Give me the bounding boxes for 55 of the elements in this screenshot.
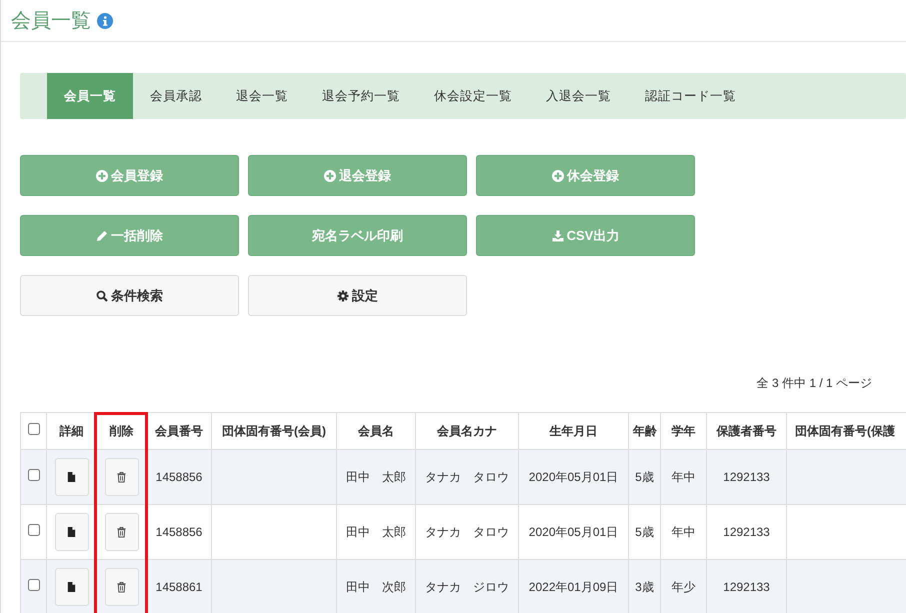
document-icon (66, 471, 77, 483)
pagination-text: 全 3 件中 1 / 1 ページ (756, 375, 872, 392)
trash-icon (116, 526, 127, 538)
table-cell: 1458856 (156, 525, 202, 539)
table-cell: 年中 (672, 470, 696, 484)
table-cell: 年中 (672, 525, 696, 539)
table-cell: 1292133 (723, 580, 770, 594)
detail-button[interactable] (54, 568, 88, 606)
table-cell: 1458856 (156, 470, 202, 484)
action-button[interactable]: 設定 (248, 275, 467, 316)
delete-button[interactable] (104, 513, 138, 551)
document-icon (66, 526, 77, 538)
tab[interactable]: 退会一覧 (219, 73, 305, 119)
table-cell: 田中 太郎 (346, 470, 406, 484)
table-cell: 2020年05月01日 (528, 470, 618, 484)
plus-circle-icon (96, 170, 108, 182)
plus-circle-icon (552, 170, 564, 182)
document-icon (66, 581, 77, 593)
info-icon[interactable] (97, 12, 113, 28)
table-cell: 5歳 (635, 470, 654, 484)
tab[interactable]: 入退会一覧 (529, 73, 628, 119)
tab[interactable]: 認証コード一覧 (628, 73, 753, 119)
table-cell: 5歳 (635, 525, 654, 539)
detail-button[interactable] (54, 513, 88, 551)
page-title: 会員一覧 (11, 8, 91, 34)
tab[interactable]: 退会予約一覧 (305, 73, 417, 119)
checkbox[interactable] (28, 579, 40, 591)
tab[interactable]: 休会設定一覧 (417, 73, 529, 119)
table-cell: 田中 太郎 (346, 525, 406, 539)
table-cell: 年少 (672, 580, 696, 594)
detail-button[interactable] (54, 458, 88, 496)
table-cell: 田中 次郎 (346, 580, 406, 594)
delete-button[interactable] (104, 458, 138, 496)
download-icon (552, 230, 564, 242)
trash-icon (116, 471, 127, 483)
table-cell: タナカ タロウ (425, 470, 509, 484)
search-icon (96, 290, 108, 302)
table-cell: 1458861 (156, 580, 202, 594)
tab[interactable]: 会員承認 (133, 73, 219, 119)
table-cell: 1292133 (723, 525, 770, 539)
table-cell: タナカ ジロウ (425, 580, 509, 594)
gear-icon (337, 290, 349, 302)
checkbox[interactable] (28, 423, 40, 435)
table-cell: 2020年05月01日 (528, 525, 618, 539)
table-cell: 2022年01月09日 (528, 580, 618, 594)
checkbox[interactable] (28, 469, 40, 481)
checkbox[interactable] (28, 524, 40, 536)
table-cell: タナカ タロウ (425, 525, 509, 539)
delete-button[interactable] (104, 568, 138, 606)
table-cell: 3歳 (635, 580, 654, 594)
plus-circle-icon (324, 170, 336, 182)
table-cell: 1292133 (723, 470, 770, 484)
action-button[interactable]: 条件検索 (20, 275, 239, 316)
trash-icon (116, 581, 127, 593)
pencil-icon (96, 230, 108, 242)
